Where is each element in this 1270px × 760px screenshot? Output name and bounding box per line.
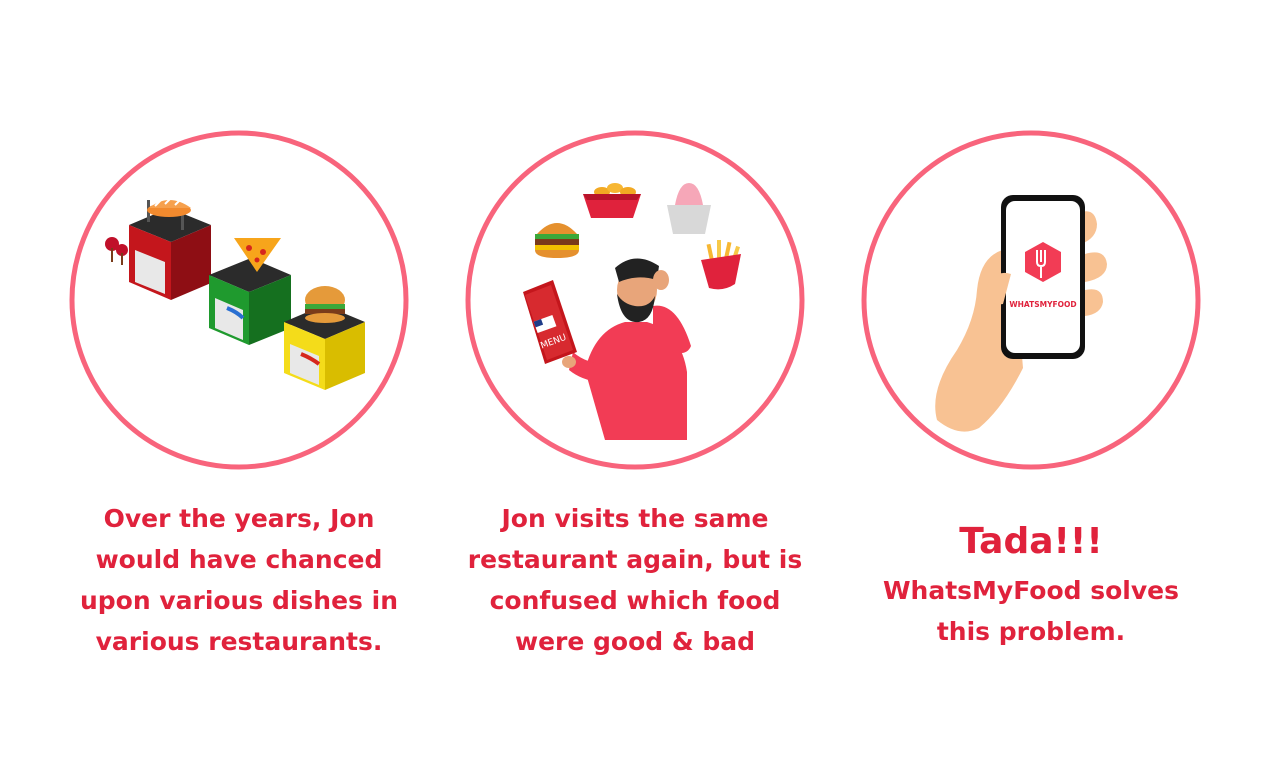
phone-illustration: WHATSMYFOOD xyxy=(861,130,1201,470)
nuggets-icon xyxy=(583,183,641,218)
fries-icon xyxy=(701,240,741,290)
caption-restaurants: Over the years, Jon would have chanced u… xyxy=(39,498,439,662)
illustration-circle-confused: MENU xyxy=(465,130,805,470)
story-panel-2: MENU Jon visits the same restaurant agai… xyxy=(435,0,835,760)
ice-cream-icon xyxy=(667,183,711,234)
burger-icon xyxy=(535,223,579,258)
caption-line: were good & bad xyxy=(514,627,756,656)
yellow-restaurant-icon xyxy=(284,286,365,390)
caption-line: this problem. xyxy=(936,617,1126,646)
app-label: WHATSMYFOOD xyxy=(1009,300,1076,309)
green-restaurant-icon xyxy=(209,238,291,345)
caption-line: Jon visits the same xyxy=(501,504,769,533)
caption-line: restaurant again, but is xyxy=(467,545,803,574)
caption-confused: Jon visits the same restaurant again, bu… xyxy=(435,498,835,662)
tada-heading: Tada!!! xyxy=(959,521,1103,562)
confused-man-illustration: MENU xyxy=(465,130,805,470)
illustration-circle-restaurants xyxy=(69,130,409,470)
caption-line: upon various dishes in xyxy=(79,586,399,615)
story-panel-3: WHATSMYFOOD Tada!!! WhatsMyFood solves t… xyxy=(831,0,1231,760)
menu-card-icon: MENU xyxy=(523,280,577,364)
smartphone-icon: WHATSMYFOOD xyxy=(1001,195,1085,359)
story-panel-1: Over the years, Jon would have chanced u… xyxy=(39,0,439,760)
caption-line: confused which food xyxy=(489,586,781,615)
caption-line: Over the years, Jon xyxy=(103,504,375,533)
tree-icon xyxy=(105,237,128,265)
caption-solution: WhatsMyFood solves this problem. xyxy=(831,570,1231,652)
red-restaurant-icon xyxy=(129,197,211,300)
caption-line: would have chanced xyxy=(95,545,383,574)
restaurants-illustration xyxy=(69,130,409,470)
man-icon xyxy=(562,258,691,440)
caption-line: WhatsMyFood solves xyxy=(882,576,1180,605)
illustration-circle-phone: WHATSMYFOOD xyxy=(861,130,1201,470)
caption-line: various restaurants. xyxy=(95,627,383,656)
